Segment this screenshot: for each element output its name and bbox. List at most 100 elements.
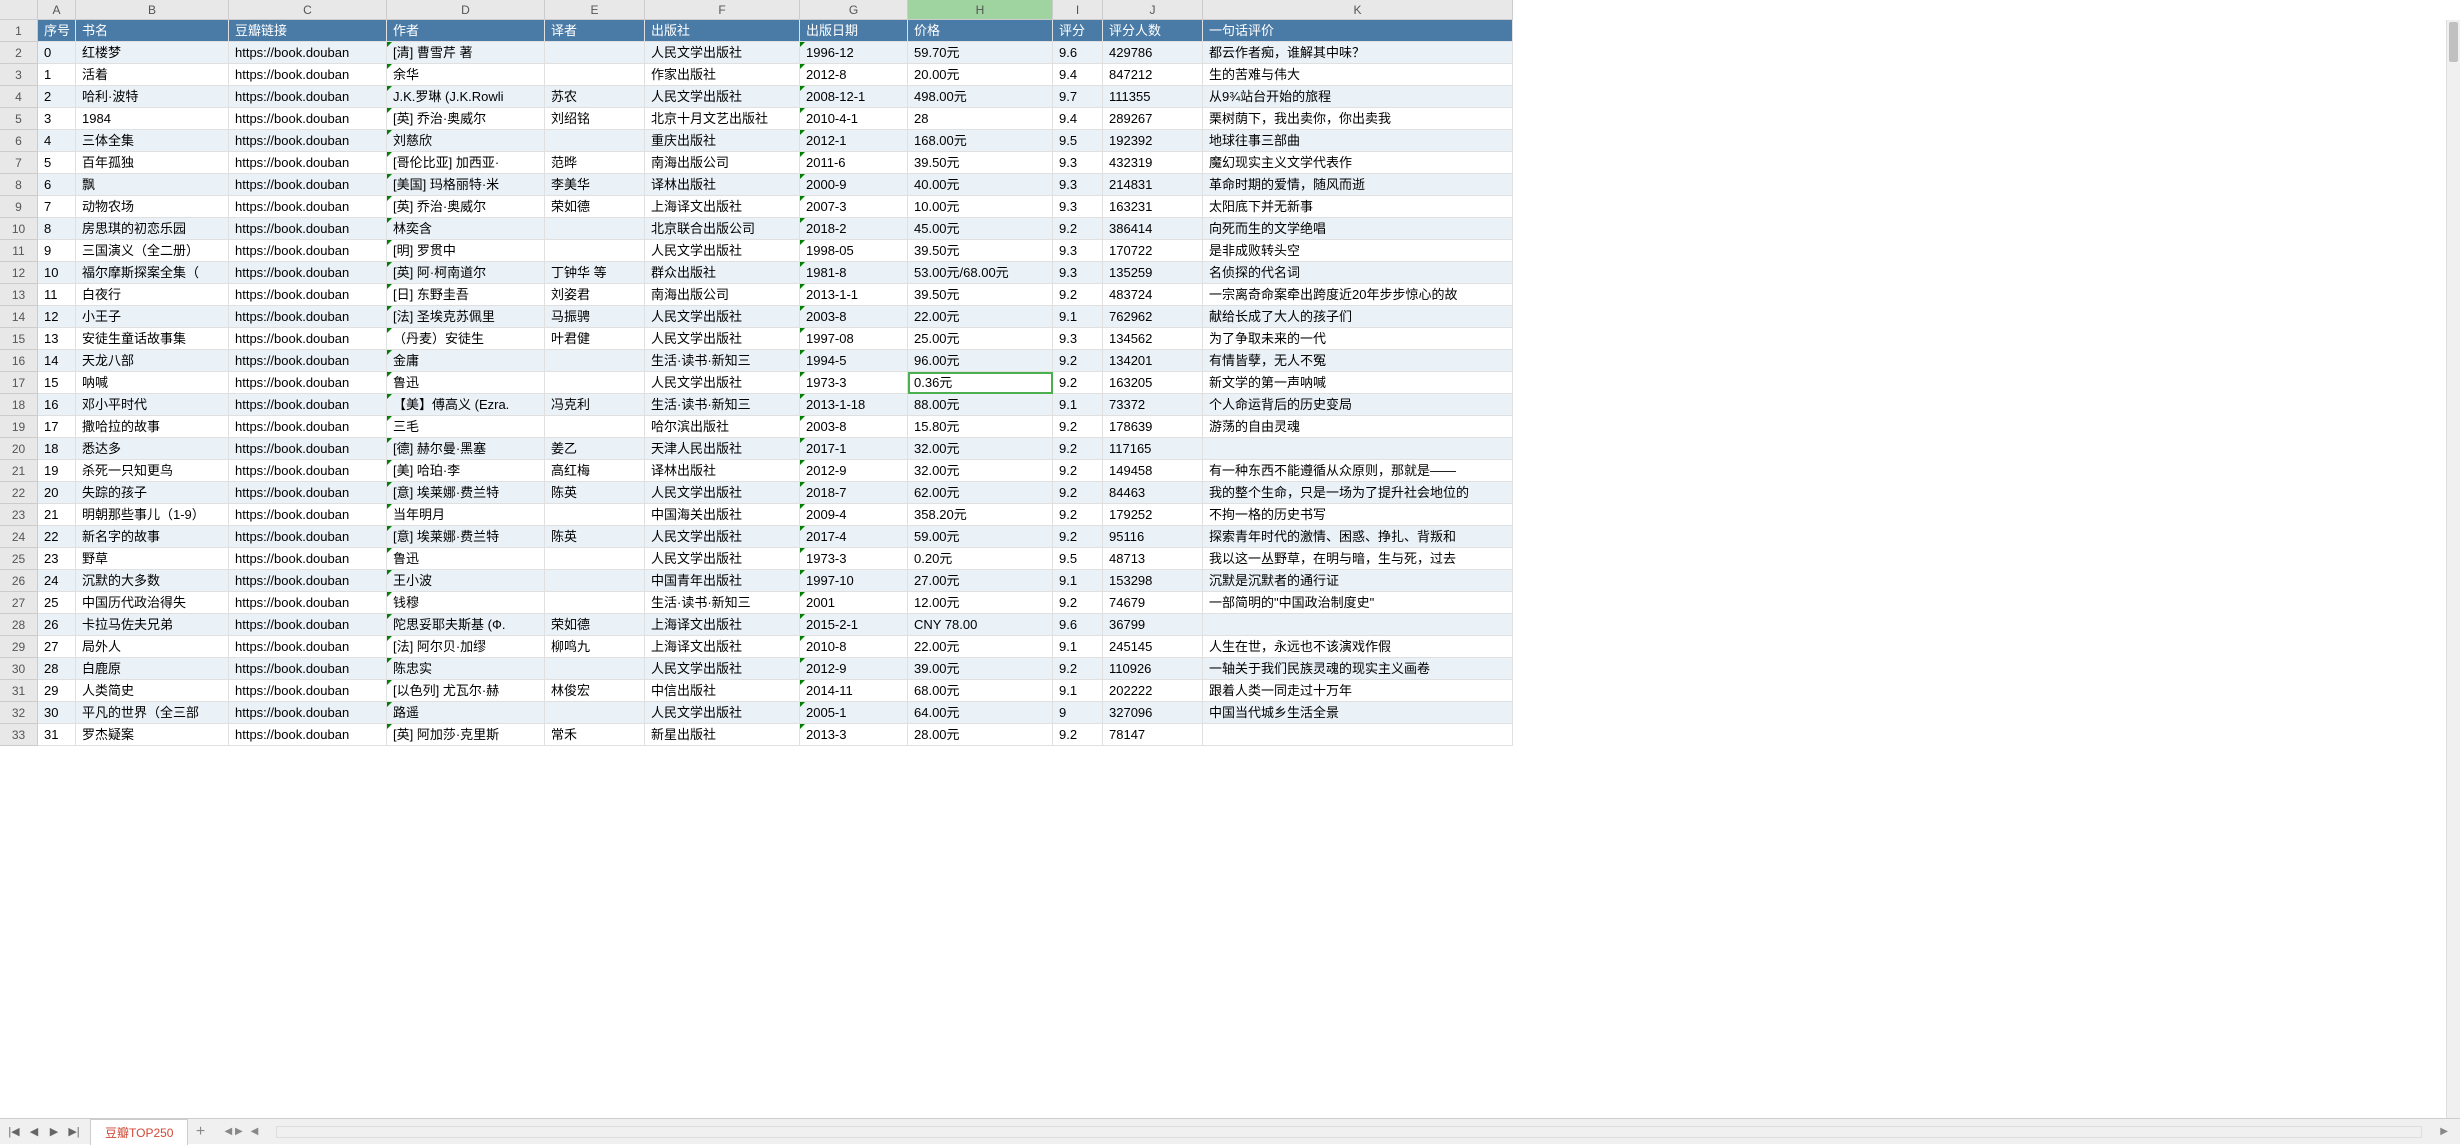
cell-G13[interactable]: 2013-1-1 <box>800 284 908 306</box>
cell-D30[interactable]: 陈忠实 <box>387 658 545 680</box>
cell-H30[interactable]: 39.00元 <box>908 658 1053 680</box>
cell-F13[interactable]: 南海出版公司 <box>645 284 800 306</box>
cell-I15[interactable]: 9.3 <box>1053 328 1103 350</box>
cell-I33[interactable]: 9.2 <box>1053 724 1103 746</box>
cell-H4[interactable]: 498.00元 <box>908 86 1053 108</box>
cell-G2[interactable]: 1996-12 <box>800 42 908 64</box>
cell-D28[interactable]: 陀思妥耶夫斯基 (Ф. <box>387 614 545 636</box>
cell-G5[interactable]: 2010-4-1 <box>800 108 908 130</box>
cell-A24[interactable]: 22 <box>38 526 76 548</box>
cell-K23[interactable]: 不拘一格的历史书写 <box>1203 504 1513 526</box>
cell-A14[interactable]: 12 <box>38 306 76 328</box>
cell-C5[interactable]: https://book.douban <box>229 108 387 130</box>
cell-I27[interactable]: 9.2 <box>1053 592 1103 614</box>
cell-A10[interactable]: 8 <box>38 218 76 240</box>
cell-D3[interactable]: 余华 <box>387 64 545 86</box>
cell-E28[interactable]: 荣如德 <box>545 614 645 636</box>
cell-E5[interactable]: 刘绍铭 <box>545 108 645 130</box>
cell-E31[interactable]: 林俊宏 <box>545 680 645 702</box>
cell-E17[interactable] <box>545 372 645 394</box>
cell-D31[interactable]: [以色列] 尤瓦尔·赫 <box>387 680 545 702</box>
header-cell-F[interactable]: 出版社 <box>645 20 800 42</box>
row-header-26[interactable]: 26 <box>0 570 38 592</box>
cell-G20[interactable]: 2017-1 <box>800 438 908 460</box>
cell-B22[interactable]: 失踪的孩子 <box>76 482 229 504</box>
cell-E11[interactable] <box>545 240 645 262</box>
cell-A23[interactable]: 21 <box>38 504 76 526</box>
cell-J28[interactable]: 36799 <box>1103 614 1203 636</box>
cell-A13[interactable]: 11 <box>38 284 76 306</box>
cell-C31[interactable]: https://book.douban <box>229 680 387 702</box>
cell-F10[interactable]: 北京联合出版公司 <box>645 218 800 240</box>
cell-F14[interactable]: 人民文学出版社 <box>645 306 800 328</box>
row-header-1[interactable]: 1 <box>0 20 38 42</box>
column-header-C[interactable]: C <box>229 0 387 20</box>
cell-J22[interactable]: 84463 <box>1103 482 1203 504</box>
cell-K9[interactable]: 太阳底下并无新事 <box>1203 196 1513 218</box>
cell-G16[interactable]: 1994-5 <box>800 350 908 372</box>
cell-D11[interactable]: [明] 罗贯中 <box>387 240 545 262</box>
cell-B9[interactable]: 动物农场 <box>76 196 229 218</box>
cell-B28[interactable]: 卡拉马佐夫兄弟 <box>76 614 229 636</box>
cell-H27[interactable]: 12.00元 <box>908 592 1053 614</box>
row-header-4[interactable]: 4 <box>0 86 38 108</box>
cell-E10[interactable] <box>545 218 645 240</box>
cell-D6[interactable]: 刘慈欣 <box>387 130 545 152</box>
cell-K19[interactable]: 游荡的自由灵魂 <box>1203 416 1513 438</box>
cell-I29[interactable]: 9.1 <box>1053 636 1103 658</box>
cell-H7[interactable]: 39.50元 <box>908 152 1053 174</box>
cell-I25[interactable]: 9.5 <box>1053 548 1103 570</box>
cell-I14[interactable]: 9.1 <box>1053 306 1103 328</box>
cell-H5[interactable]: 28 <box>908 108 1053 130</box>
cell-I19[interactable]: 9.2 <box>1053 416 1103 438</box>
cell-C24[interactable]: https://book.douban <box>229 526 387 548</box>
cell-I16[interactable]: 9.2 <box>1053 350 1103 372</box>
cell-J14[interactable]: 762962 <box>1103 306 1203 328</box>
cell-C2[interactable]: https://book.douban <box>229 42 387 64</box>
cell-I6[interactable]: 9.5 <box>1053 130 1103 152</box>
cell-K3[interactable]: 生的苦难与伟大 <box>1203 64 1513 86</box>
cell-F8[interactable]: 译林出版社 <box>645 174 800 196</box>
cell-J18[interactable]: 73372 <box>1103 394 1203 416</box>
cell-E21[interactable]: 高红梅 <box>545 460 645 482</box>
cell-D24[interactable]: [意] 埃莱娜·费兰特 <box>387 526 545 548</box>
row-header-10[interactable]: 10 <box>0 218 38 240</box>
cell-F16[interactable]: 生活·读书·新知三 <box>645 350 800 372</box>
cell-J21[interactable]: 149458 <box>1103 460 1203 482</box>
cell-C32[interactable]: https://book.douban <box>229 702 387 724</box>
cell-G26[interactable]: 1997-10 <box>800 570 908 592</box>
row-header-14[interactable]: 14 <box>0 306 38 328</box>
cell-B32[interactable]: 平凡的世界（全三部 <box>76 702 229 724</box>
header-cell-K[interactable]: 一句话评价 <box>1203 20 1513 42</box>
row-header-7[interactable]: 7 <box>0 152 38 174</box>
cell-E18[interactable]: 冯克利 <box>545 394 645 416</box>
cell-H25[interactable]: 0.20元 <box>908 548 1053 570</box>
cell-C7[interactable]: https://book.douban <box>229 152 387 174</box>
cell-C17[interactable]: https://book.douban <box>229 372 387 394</box>
cell-G3[interactable]: 2012-8 <box>800 64 908 86</box>
column-header-H[interactable]: H <box>908 0 1053 20</box>
cell-F4[interactable]: 人民文学出版社 <box>645 86 800 108</box>
cell-H2[interactable]: 59.70元 <box>908 42 1053 64</box>
row-header-2[interactable]: 2 <box>0 42 38 64</box>
row-header-15[interactable]: 15 <box>0 328 38 350</box>
cell-D20[interactable]: [德] 赫尔曼·黑塞 <box>387 438 545 460</box>
cell-A25[interactable]: 23 <box>38 548 76 570</box>
hscroll-right-icon[interactable]: ▶ <box>2436 1126 2452 1137</box>
cell-D27[interactable]: 钱穆 <box>387 592 545 614</box>
cell-J31[interactable]: 202222 <box>1103 680 1203 702</box>
cell-E6[interactable] <box>545 130 645 152</box>
cell-I21[interactable]: 9.2 <box>1053 460 1103 482</box>
row-header-9[interactable]: 9 <box>0 196 38 218</box>
cell-K16[interactable]: 有情皆孽，无人不冤 <box>1203 350 1513 372</box>
cell-I17[interactable]: 9.2 <box>1053 372 1103 394</box>
cell-A28[interactable]: 26 <box>38 614 76 636</box>
sheet-nav-last[interactable]: ▶| <box>64 1122 84 1142</box>
cell-H20[interactable]: 32.00元 <box>908 438 1053 460</box>
cell-K33[interactable] <box>1203 724 1513 746</box>
cell-E19[interactable] <box>545 416 645 438</box>
cell-I30[interactable]: 9.2 <box>1053 658 1103 680</box>
cell-K2[interactable]: 都云作者痴，谁解其中味？ <box>1203 42 1513 64</box>
cell-G18[interactable]: 2013-1-18 <box>800 394 908 416</box>
cell-B27[interactable]: 中国历代政治得失 <box>76 592 229 614</box>
